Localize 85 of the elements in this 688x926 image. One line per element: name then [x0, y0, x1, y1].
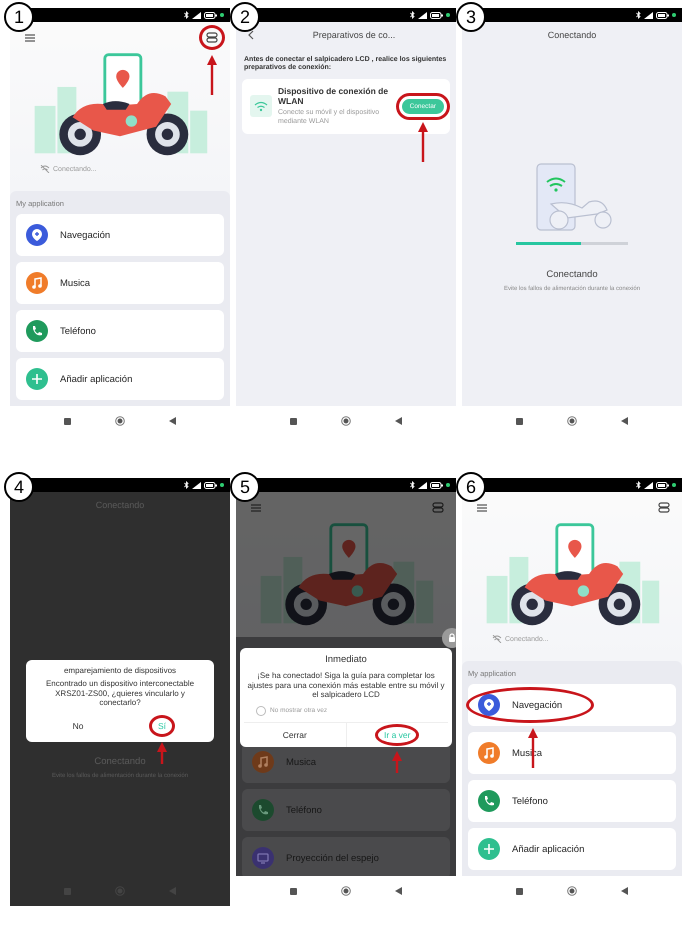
back-icon[interactable] [169, 417, 176, 425]
step-number: 1 [4, 2, 34, 32]
app-label: Navegación [512, 700, 562, 710]
signal-icon [644, 482, 653, 488]
status-dot-icon [672, 13, 676, 17]
annotation-arrow [392, 750, 402, 773]
menu-button[interactable] [202, 28, 222, 47]
signal-icon [192, 482, 201, 488]
battery-icon [656, 482, 669, 488]
checkbox[interactable] [256, 706, 266, 716]
home-icon[interactable] [341, 416, 351, 426]
stacked-rectangles-icon [206, 32, 218, 43]
back-icon[interactable] [395, 417, 402, 425]
bluetooth-icon [636, 481, 641, 489]
wifi-off-icon [40, 165, 50, 173]
signal-icon [418, 12, 427, 18]
dialog-button[interactable]: Cerrar [276, 726, 313, 743]
app-label: Teléfono [60, 326, 96, 336]
screen-title: Conectando [546, 29, 598, 40]
recents-icon[interactable] [516, 888, 523, 894]
home-icon[interactable] [341, 886, 351, 896]
screen-title: Preparativos de co... [312, 30, 396, 40]
battery-icon [204, 12, 217, 18]
hamburger-menu-icon[interactable] [24, 34, 36, 42]
status-text: Conectando [545, 269, 599, 280]
recents-icon[interactable] [290, 888, 297, 894]
app-card[interactable]: Añadir aplicación [468, 828, 676, 870]
step-number: 6 [456, 472, 486, 502]
recents-icon[interactable] [516, 418, 523, 424]
dialog-message: ¡Se ha conectado! Siga la guía para completar los ajustes para una conexión más estable entre su móvil y el salpicadero LCD [246, 671, 446, 700]
home-icon[interactable] [567, 886, 577, 896]
bluetooth-icon [184, 481, 189, 489]
home-icon[interactable] [115, 416, 125, 426]
battery-icon [430, 482, 443, 488]
stacked-rectangles-icon [658, 502, 670, 513]
card-title: Dispositivo de conexión de WLAN [278, 86, 390, 106]
signal-icon [192, 12, 201, 18]
wifi-off-icon [492, 635, 502, 643]
signal-icon [644, 12, 653, 18]
app-card[interactable]: Musica [16, 262, 224, 304]
recents-icon[interactable] [64, 418, 71, 424]
annotation-arrow [207, 55, 217, 95]
back-icon[interactable] [248, 30, 254, 40]
status-dot-icon [220, 13, 224, 17]
annotation-arrow [157, 742, 167, 764]
home-icon[interactable] [567, 416, 577, 426]
dialog-button[interactable]: No [66, 718, 90, 734]
app-card[interactable]: Navegación [16, 214, 224, 256]
signal-icon [418, 482, 427, 488]
step-number: 2 [230, 2, 260, 32]
wifi-icon [250, 95, 272, 118]
battery-icon [204, 482, 217, 488]
lock-button[interactable] [442, 628, 456, 648]
lock-icon [447, 633, 456, 643]
app-label: Navegación [60, 230, 110, 240]
status-dot-icon [446, 13, 450, 17]
status-dot-icon [220, 483, 224, 487]
bluetooth-icon [410, 11, 415, 19]
step-number: 3 [456, 2, 486, 32]
recents-icon[interactable] [290, 418, 297, 424]
app-card[interactable]: Teléfono [468, 780, 676, 822]
app-card[interactable]: Teléfono [16, 310, 224, 352]
bluetooth-icon [636, 11, 641, 19]
dialog-message: Encontrado un dispositivo interconectable XRSZ01-ZS00, ¿quieres vincularlo y conectarlo? [44, 679, 196, 708]
step-number: 5 [230, 472, 260, 502]
annotation-arrow [418, 122, 428, 162]
bluetooth-icon [184, 11, 189, 19]
dialog-title: Inmediato [325, 654, 367, 665]
app-label: Añadir aplicación [60, 374, 132, 384]
bluetooth-icon [410, 481, 415, 489]
hamburger-menu-icon[interactable] [476, 504, 488, 512]
battery-icon [656, 12, 669, 18]
status-dot-icon [446, 483, 450, 487]
dialog-title: emparejamiento de dispositivos [64, 666, 176, 675]
step-number: 4 [4, 472, 34, 502]
status-dot-icon [672, 483, 676, 487]
app-card[interactable]: Añadir aplicación [16, 358, 224, 400]
app-label: Musica [60, 278, 90, 288]
back-icon[interactable] [621, 887, 628, 895]
back-icon[interactable] [621, 417, 628, 425]
battery-icon [430, 12, 443, 18]
back-icon[interactable] [395, 887, 402, 895]
stacked-rectangles-icon [432, 502, 444, 513]
app-label: Añadir aplicación [512, 844, 584, 854]
app-label: Teléfono [512, 796, 548, 806]
